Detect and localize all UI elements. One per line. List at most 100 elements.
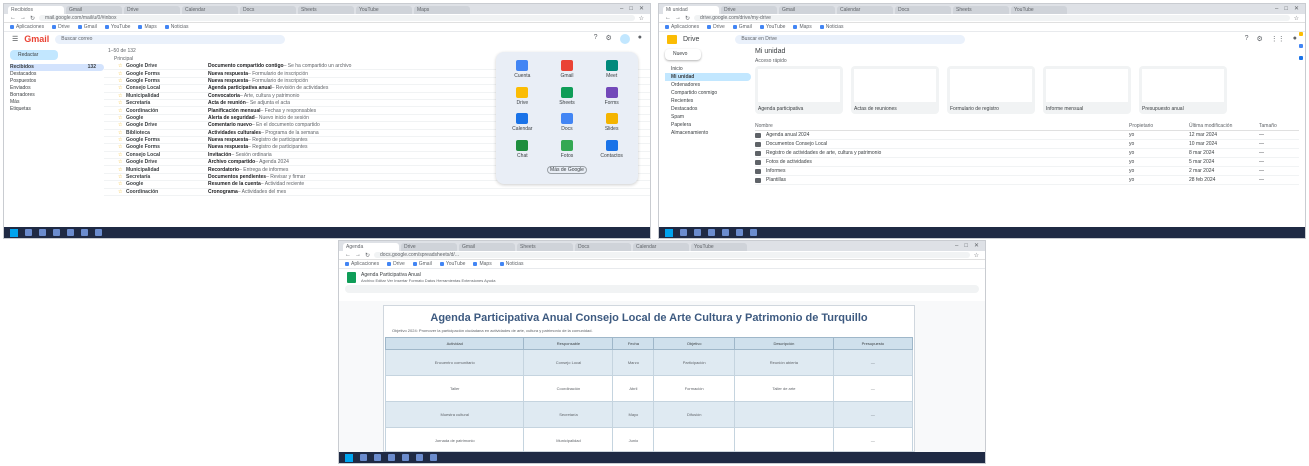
back-icon[interactable]: ← <box>665 15 671 21</box>
maximize-icon[interactable]: □ <box>964 242 968 251</box>
reload-icon[interactable]: ↻ <box>685 15 690 22</box>
formatting-toolbar[interactable] <box>345 285 979 293</box>
excel-icon[interactable] <box>736 229 743 236</box>
browser-tab[interactable]: YouTube <box>1011 6 1067 14</box>
table-cell[interactable]: Participación <box>653 349 736 376</box>
table-cell[interactable]: — <box>832 349 914 376</box>
table-cell[interactable] <box>734 427 834 454</box>
table-header-cell[interactable]: Responsable <box>523 337 614 350</box>
bookmark[interactable]: Aplicaciones <box>665 24 699 30</box>
sidebar-item[interactable]: Mi unidad <box>665 73 751 81</box>
calendar-icon[interactable] <box>1299 32 1303 36</box>
app-launcher-item[interactable]: Meet <box>591 60 632 81</box>
file-explorer-icon[interactable] <box>374 454 381 461</box>
close-icon[interactable]: ✕ <box>1294 5 1299 14</box>
search-input[interactable]: Buscar correo <box>55 34 286 44</box>
app-launcher-item[interactable]: Docs <box>547 113 588 134</box>
new-button[interactable]: Nuevo <box>665 49 701 60</box>
browser-tab[interactable]: Docs <box>575 243 631 251</box>
star-icon[interactable]: ☆ <box>118 115 126 121</box>
avatar[interactable]: ● <box>638 34 642 44</box>
gmail-logo[interactable]: Gmail <box>24 34 49 44</box>
browser-tab[interactable]: Calendar <box>837 6 893 14</box>
url-input[interactable]: drive.google.com/drive/my-drive <box>694 15 1290 21</box>
file-row[interactable]: Fotos de actividades yo 5 mar 2024 — <box>755 158 1299 167</box>
star-icon[interactable]: ☆ <box>118 159 126 165</box>
word-icon[interactable] <box>722 229 729 236</box>
bookmark[interactable]: Gmail <box>412 261 432 267</box>
star-icon[interactable]: ☆ <box>118 122 126 128</box>
sheet-content[interactable]: Agenda Participativa Anual Consejo Local… <box>383 305 915 454</box>
column-size[interactable]: Tamaño <box>1259 123 1299 129</box>
star-icon[interactable]: ☆ <box>118 174 126 180</box>
menu-bar[interactable]: Archivo Editar Ver Insertar Formato Dato… <box>361 278 495 283</box>
apps-grid-icon[interactable] <box>619 34 630 44</box>
file-row[interactable]: Informes yo 2 mar 2024 — <box>755 167 1299 176</box>
bookmark[interactable]: Aplicaciones <box>345 261 379 267</box>
menu-icon[interactable]: ☰ <box>12 35 18 43</box>
bookmark[interactable]: Maps <box>138 24 157 30</box>
star-icon[interactable]: ☆ <box>639 15 644 22</box>
sidebar-item-starred[interactable]: Destacados <box>10 71 104 78</box>
reload-icon[interactable]: ↻ <box>30 15 35 22</box>
sidebar-item[interactable]: Spam <box>665 113 751 121</box>
browser-tab[interactable]: Agenda <box>343 243 399 251</box>
browser-tab[interactable]: Drive <box>721 6 777 14</box>
app-launcher-item[interactable]: Chat <box>502 139 543 161</box>
app-launcher-item[interactable]: Gmail <box>547 60 588 81</box>
gear-icon[interactable]: ⚙ <box>1256 35 1262 43</box>
table-cell[interactable]: — <box>832 401 914 428</box>
chrome-icon[interactable] <box>53 229 60 236</box>
table-cell[interactable]: Jornada de patrimonio <box>384 427 525 454</box>
back-icon[interactable]: ← <box>10 15 16 21</box>
table-cell[interactable]: Muestra cultural <box>384 401 525 428</box>
sidebar-item[interactable]: Recientes <box>665 97 751 105</box>
sidebar-item-labels[interactable]: Etiquetas <box>10 106 104 113</box>
back-icon[interactable]: ← <box>345 252 351 258</box>
column-name[interactable]: Nombre <box>755 123 1129 129</box>
table-cell[interactable]: Junio <box>612 427 655 454</box>
table-cell[interactable]: Secretaría <box>523 401 614 428</box>
keep-icon[interactable] <box>1299 44 1303 48</box>
star-icon[interactable]: ☆ <box>118 93 126 99</box>
close-icon[interactable]: ✕ <box>974 242 979 251</box>
app-launcher-item[interactable]: Fotos <box>547 139 588 161</box>
bookmark[interactable]: Noticias <box>819 24 844 30</box>
search-input[interactable]: Buscar en Drive <box>735 34 966 44</box>
apps-grid-icon[interactable]: ⋮⋮ <box>1271 35 1285 43</box>
powerpoint-icon[interactable] <box>95 229 102 236</box>
browser-tab[interactable]: Calendar <box>633 243 689 251</box>
browser-tab[interactable]: Gmail <box>459 243 515 251</box>
browser-tab[interactable]: Drive <box>124 6 180 14</box>
browser-tab[interactable]: Sheets <box>298 6 354 14</box>
bookmark[interactable]: Noticias <box>164 24 189 30</box>
window-controls[interactable]: – □ ✕ <box>620 5 650 14</box>
app-launcher-item[interactable]: Calendar <box>502 113 543 134</box>
quick-access-card[interactable]: Presupuesto anual <box>1139 66 1227 114</box>
forward-icon[interactable]: → <box>20 15 26 21</box>
url-input[interactable]: mail.google.com/mail/u/0/#inbox <box>39 15 635 21</box>
app-launcher-item[interactable]: Cuenta <box>502 60 543 81</box>
file-row[interactable]: Documentos Consejo Local yo 10 mar 2024 — <box>755 140 1299 149</box>
star-icon[interactable]: ☆ <box>118 144 126 150</box>
forward-icon[interactable]: → <box>675 15 681 21</box>
bookmark[interactable]: Drive <box>52 24 70 30</box>
sidebar-item[interactable]: Papelera <box>665 121 751 129</box>
bookmark[interactable]: Drive <box>387 261 405 267</box>
star-icon[interactable]: ☆ <box>118 63 126 69</box>
star-icon[interactable]: ☆ <box>118 71 126 77</box>
bookmark[interactable]: YouTube <box>439 261 465 267</box>
page-title[interactable]: Mi unidad <box>755 48 1299 58</box>
gear-icon[interactable]: ⚙ <box>605 34 611 44</box>
windows-start-icon[interactable] <box>665 228 673 237</box>
quick-access-card[interactable]: Agenda participativa <box>755 66 843 114</box>
table-cell[interactable]: Marzo <box>612 349 655 376</box>
table-header-cell[interactable]: Descripción <box>734 337 834 350</box>
chrome-icon[interactable] <box>708 229 715 236</box>
table-cell[interactable]: — <box>832 427 914 454</box>
table-cell[interactable]: — <box>832 375 914 402</box>
sidebar-item[interactable]: Destacados <box>665 105 751 113</box>
bookmark[interactable]: Gmail <box>732 24 752 30</box>
browser-tab[interactable]: Docs <box>240 6 296 14</box>
bookmark[interactable]: Gmail <box>77 24 97 30</box>
